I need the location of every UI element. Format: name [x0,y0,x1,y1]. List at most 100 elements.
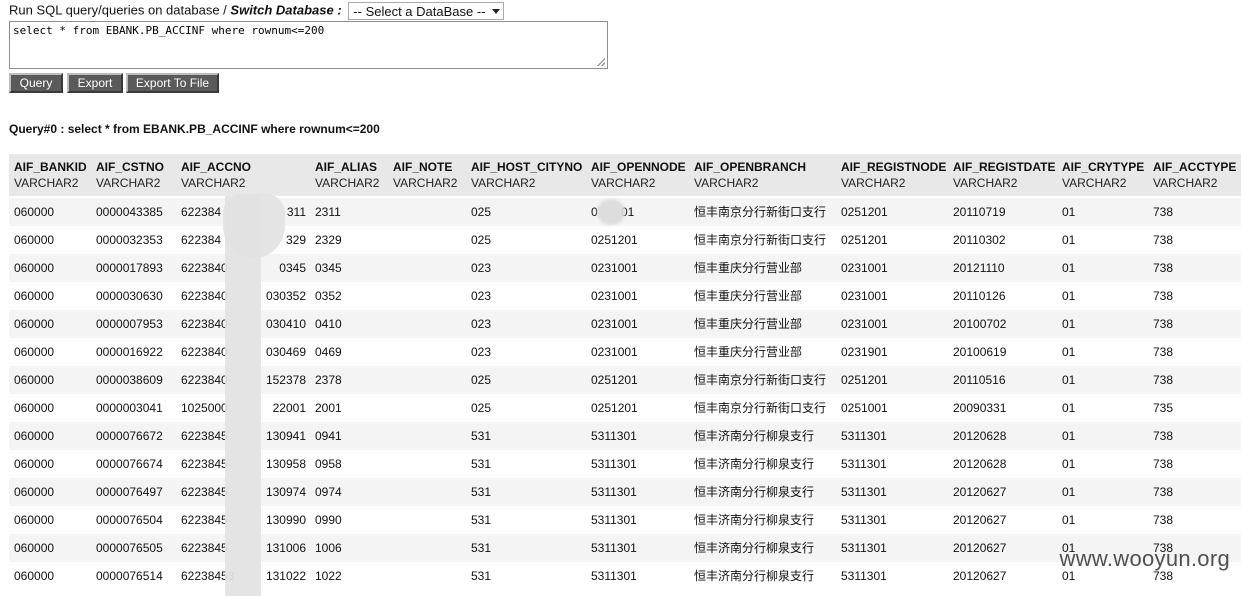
cell-acctype: 738 [1153,289,1174,303]
watermark: www.wooyun.org [1059,546,1230,571]
cell-accno-suffix: 030469 [265,345,306,359]
cell-acctype: 738 [1153,317,1174,331]
cell-alias: 2001 [315,401,342,415]
cell-bankid: 060000 [14,569,55,583]
cell-alias: 0958 [315,457,342,471]
cell-host-cityno: 025 [471,373,492,387]
cell-host-cityno: 025 [471,401,492,415]
cell-registdate: 20110126 [953,289,1006,303]
cell-opennode: 0251201 [591,373,638,387]
cell-host-cityno: 023 [471,289,492,303]
database-select[interactable]: -- Select a DataBase -- [348,2,505,20]
table-row[interactable]: 060000 0000043385 622384 311 2311 025 0 01 恒丰南京分… [9,198,1241,226]
column-header-type: VARCHAR2 [1062,176,1127,190]
column-header-type: VARCHAR2 [953,176,1018,190]
cell-bankid: 060000 [14,205,55,219]
export-button[interactable]: Export [67,73,123,93]
cell-bankid: 060000 [14,345,55,359]
cell-crytype: 01 [1062,373,1076,387]
cell-accno-prefix: 6223845 [181,457,228,471]
cell-opennode: 0251201 [591,233,638,247]
table-row[interactable]: 060000 0000016922 6223840 030469 0469 023 0231… [9,338,1241,366]
table-row[interactable]: 060000 0000076505 6223845 131006 1006 531 5311… [9,534,1241,562]
cell-accno-suffix: 130974 [265,485,306,499]
cell-accno-suffix: 130990 [265,513,306,527]
cell-alias: 2311 [315,205,341,219]
cell-crytype: 01 [1062,457,1076,471]
cell-crytype: 01 [1062,513,1076,527]
cell-crytype: 01 [1062,429,1076,443]
column-header-name: AIF_NOTE [393,160,453,174]
cell-accno-prefix: 6223845 [181,485,228,499]
cell-registnode: 0251201 [841,205,888,219]
cell-alias: 2329 [315,233,342,247]
column-header-type: VARCHAR2 [841,176,906,190]
cell-host-cityno: 531 [471,513,492,527]
column-header-name: AIF_OPENNODE [591,160,686,174]
table-row[interactable]: 060000 0000032353 622384 329 2329 025 0251201 恒… [9,226,1241,254]
cell-cstno: 0000016922 [96,345,163,359]
cell-registnode: 5311301 [841,569,887,583]
table-row[interactable]: 060000 0000076497 6223845 130974 0974 531 5311… [9,478,1241,506]
table-row[interactable]: 060000 0000038609 6223840 152378 2378 025 0251… [9,366,1241,394]
cell-crytype: 01 [1062,485,1076,499]
cell-registnode: 0231001 [841,261,888,275]
cell-registdate: 20110302 [953,233,1006,247]
table-row[interactable]: 060000 0000030630 6223840 030352 0352 023 0231… [9,282,1241,310]
cell-acctype: 735 [1153,401,1174,415]
cell-alias: 0974 [315,485,342,499]
cell-host-cityno: 025 [471,205,492,219]
cell-alias: 2378 [315,373,342,387]
cell-registnode: 0251001 [841,401,888,415]
cell-cstno: 0000076674 [96,457,163,471]
cell-host-cityno: 531 [471,541,492,555]
cell-accno-suffix: 030410 [265,317,306,331]
cell-bankid: 060000 [14,457,55,471]
cell-registdate: 20110719 [953,205,1006,219]
cell-registdate: 20100702 [953,317,1007,331]
cell-openbranch: 恒丰南京分行新街口支行 [694,401,827,415]
cell-opennode: 5311301 [591,541,637,555]
cell-registdate: 20090331 [953,401,1007,415]
cell-opennode: 0231001 [591,317,638,331]
cell-accno-suffix: 152378 [265,373,306,387]
database-switch-bar: Run SQL query/queries on database / Swit… [9,2,505,20]
export-to-file-button[interactable]: Export To File [126,73,219,93]
cell-openbranch: 恒丰济南分行柳泉支行 [694,569,815,583]
cell-acctype: 738 [1153,261,1174,275]
cell-bankid: 060000 [14,373,55,387]
cell-accno-prefix: 6223840 [181,289,228,303]
redaction-blur [597,199,625,225]
cell-alias: 0941 [315,429,342,443]
cell-openbranch: 恒丰重庆分行营业部 [694,345,803,359]
table-row[interactable]: 060000 0000017893 6223840 0345 0345 023 023100… [9,254,1241,282]
cell-registnode: 0251201 [841,233,888,247]
cell-cstno: 0000043385 [96,205,163,219]
query-button[interactable]: Query [9,73,63,93]
column-header-type: VARCHAR2 [14,176,79,190]
cell-bankid: 060000 [14,261,55,275]
table-row[interactable]: 060000 0000076514 62238453 131022 1022 531 531… [9,562,1241,590]
cell-acctype: 738 [1153,485,1174,499]
table-row[interactable]: 060000 0000076672 6223845 130941 0941 531 5311… [9,422,1241,450]
cell-crytype: 01 [1062,261,1076,275]
cell-alias: 0410 [315,317,342,331]
cell-accno-suffix: 131006 [265,541,306,555]
table-row[interactable]: 060000 0000003041 1025000 22001 2001 025 02512… [9,394,1241,422]
cell-acctype: 738 [1153,373,1174,387]
column-header-type: VARCHAR2 [471,176,536,190]
cell-crytype: 01 [1062,345,1076,359]
cell-registdate: 20120628 [953,457,1007,471]
table-row[interactable]: 060000 0000076674 6223845 130958 0958 531 5311… [9,450,1241,478]
table-row[interactable]: 060000 0000076504 6223845 130990 0990 531 5311… [9,506,1241,534]
cell-accno-suffix: 0345 [279,261,306,275]
column-header-name: AIF_BANKID [14,160,87,174]
cell-accno-suffix: 329 [285,233,306,247]
table-row[interactable]: 060000 0000007953 6223840 030410 0410 023 0231… [9,310,1241,338]
resize-grip-icon[interactable] [597,58,605,66]
table-header: AIF_BANKID VARCHAR2 AIF_CSTNO VARCHAR2 AIF_A… [9,154,1241,196]
cell-cstno: 0000076672 [96,429,163,443]
sql-query-textarea[interactable]: select * from EBANK.PB_ACCINF where rown… [9,21,608,69]
column-header-name: AIF_CRYTYPE [1062,160,1145,174]
cell-bankid: 060000 [14,233,55,247]
